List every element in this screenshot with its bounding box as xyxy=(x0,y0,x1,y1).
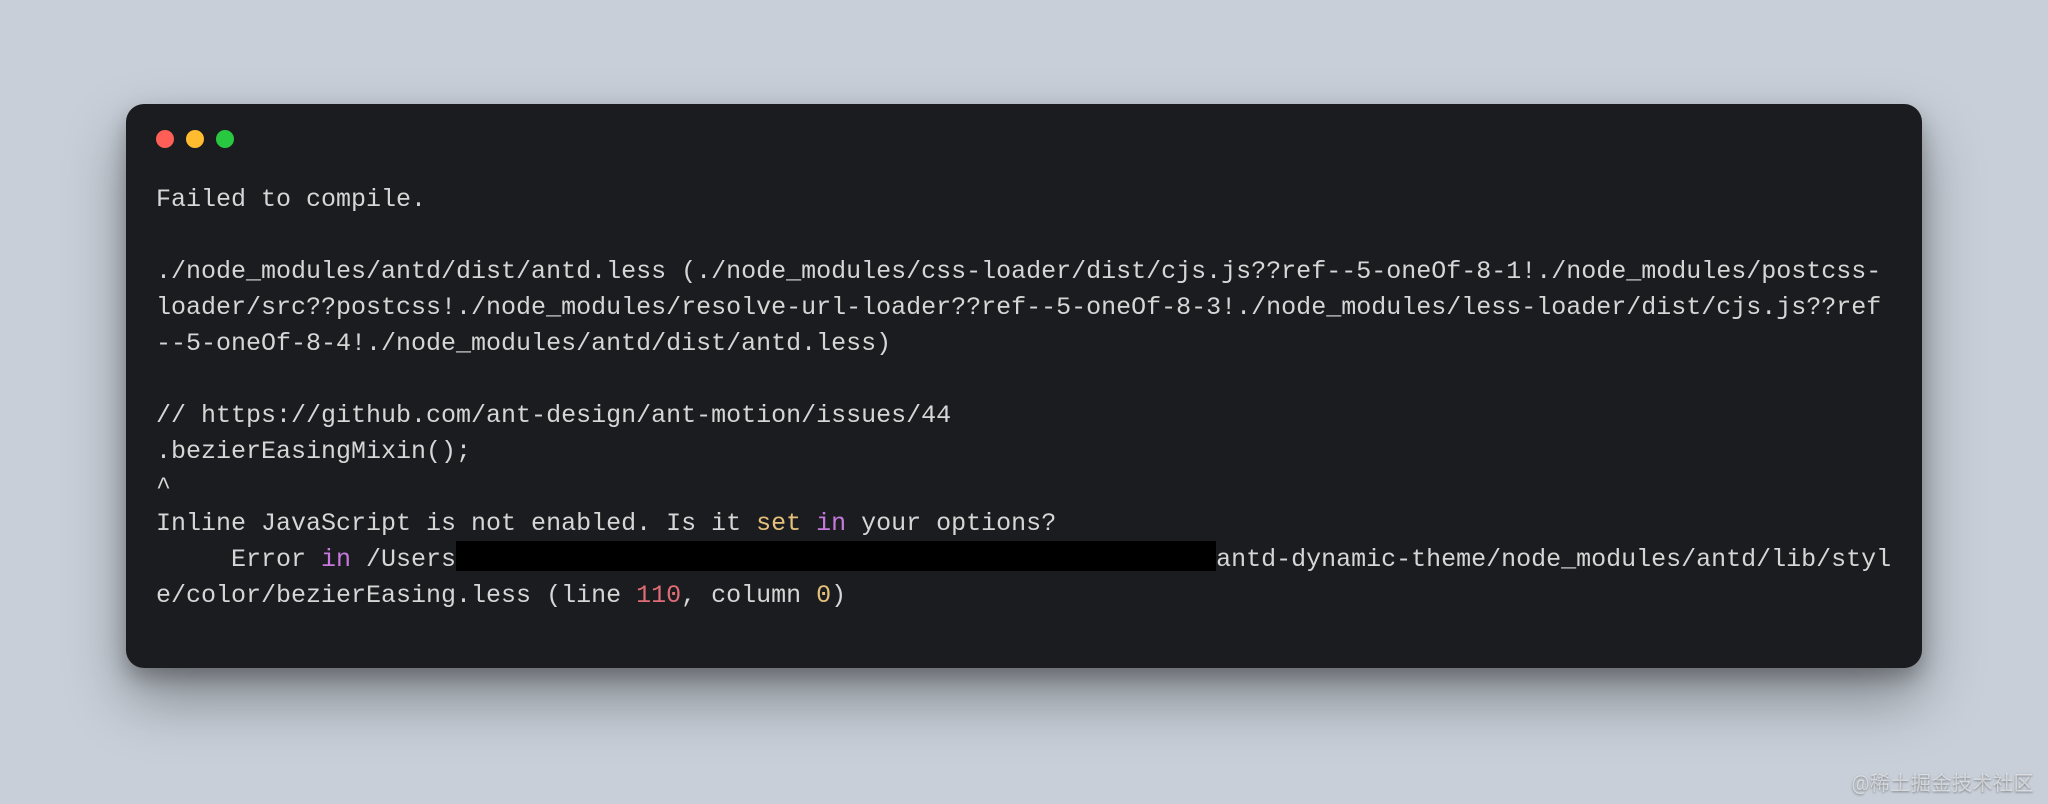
terminal-output: Failed to compile. ./node_modules/antd/d… xyxy=(156,182,1892,644)
close-icon[interactable] xyxy=(156,130,174,148)
error-caret: ^ xyxy=(156,473,171,502)
mixin-call: .bezierEasingMixin(); xyxy=(156,437,471,466)
zoom-icon[interactable] xyxy=(216,130,234,148)
comment-url: // https://github.com/ant-design/ant-mot… xyxy=(156,401,951,430)
keyword-in: in xyxy=(321,545,351,574)
window-traffic-lights xyxy=(156,130,234,148)
inline-js-msg-post: your options? xyxy=(846,509,1056,538)
minimize-icon[interactable] xyxy=(186,130,204,148)
error-path-pre: /Users xyxy=(351,545,456,574)
redacted-region xyxy=(456,541,1216,571)
loader-chain: ./node_modules/antd/dist/antd.less (./no… xyxy=(156,257,1881,358)
terminal-window: Failed to compile. ./node_modules/antd/d… xyxy=(126,104,1922,668)
compile-header: Failed to compile. xyxy=(156,185,426,214)
keyword-in: in xyxy=(816,509,846,538)
error-line-number: 110 xyxy=(636,581,681,610)
inline-js-msg-pre: Inline JavaScript is not enabled. Is it xyxy=(156,509,756,538)
error-column-number: 0 xyxy=(816,581,831,610)
keyword-set: set xyxy=(756,509,801,538)
watermark-text: @稀土掘金技术社区 xyxy=(1852,767,2034,796)
error-label: Error xyxy=(231,545,321,574)
